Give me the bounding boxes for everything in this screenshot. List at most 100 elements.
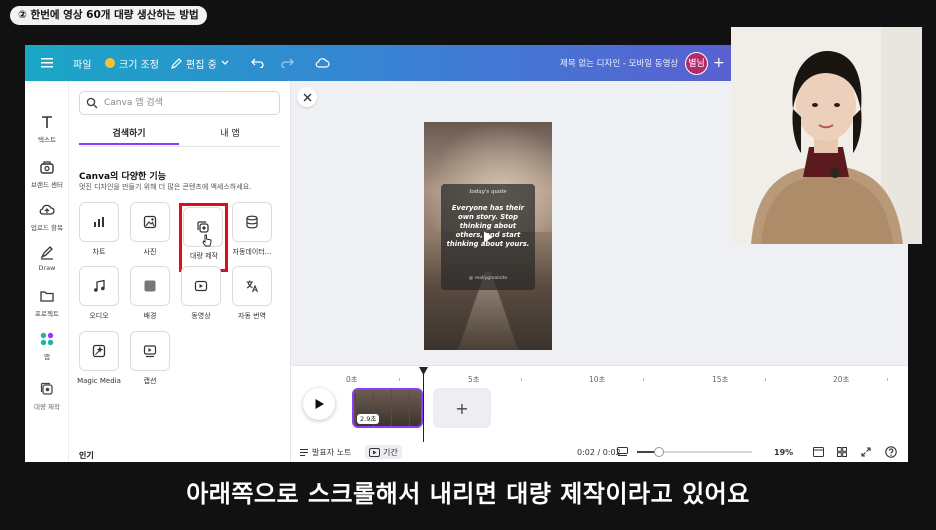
ruler-label: 0초 <box>346 375 358 384</box>
search-input[interactable]: Canva 앱 검색 <box>79 91 280 115</box>
app-tile-data-autofill[interactable] <box>232 202 272 242</box>
undo-icon <box>251 58 264 68</box>
cloud-icon <box>315 58 330 68</box>
app-tile-label: 오디오 <box>89 312 109 320</box>
tab-discover[interactable]: 검색하기 <box>79 125 179 145</box>
app-tile-audio[interactable] <box>79 266 119 306</box>
text-icon <box>42 116 52 128</box>
folder-icon <box>40 291 54 302</box>
presenter-image <box>731 27 922 244</box>
notes-button[interactable]: 발표자 노트 <box>299 445 351 459</box>
rail-item-text[interactable]: 텍스트 <box>25 113 69 144</box>
zoom-slider-knob[interactable] <box>653 447 664 457</box>
design-page[interactable]: today's quote Everyone has their own sto… <box>424 122 552 350</box>
rail-item-bulk-create[interactable]: 대량 제작 <box>25 380 69 411</box>
fullscreen-icon <box>861 447 871 457</box>
pages-icon <box>813 447 824 457</box>
highlight-box <box>179 203 228 272</box>
play-icon <box>484 231 493 243</box>
rail-item-uploads[interactable]: 업로드 항목 <box>25 201 69 232</box>
quote-card-handle: @ reallygreatsite <box>468 276 508 281</box>
clip-duration: 2.9초 <box>357 414 380 424</box>
rail-item-draw[interactable]: Draw <box>25 243 69 272</box>
clip-frame <box>410 390 421 426</box>
page-view-toggle[interactable] <box>617 445 628 459</box>
subtitle-caption: 아래쪽으로 스크롤해서 내리면 대량 제작이라고 있어요 <box>186 480 750 508</box>
app-tile-label: 자동데이터... <box>232 248 272 256</box>
rail-label: 대량 제작 <box>34 403 60 411</box>
rail-item-brand[interactable]: 브랜드 센터 <box>25 158 69 189</box>
ruler-label: 10초 <box>589 375 606 384</box>
translate-icon <box>246 280 259 293</box>
brand-icon <box>40 161 54 174</box>
app-tile-background[interactable] <box>130 266 170 306</box>
pencil-icon <box>171 57 182 69</box>
step-chip: ② 한번에 영상 60개 대량 생산하는 방법 <box>10 6 207 25</box>
avatar[interactable]: 별님 <box>685 52 708 75</box>
webcam-overlay <box>731 27 922 244</box>
upload-icon <box>39 204 55 215</box>
rail-label: 업로드 항목 <box>31 224 63 232</box>
resize-button[interactable]: 크기 조정 <box>105 45 159 81</box>
pages-button[interactable] <box>813 445 824 459</box>
app-tile-label: 사진 <box>143 248 157 256</box>
add-page-button[interactable]: + <box>433 388 491 428</box>
photo-icon <box>143 215 157 229</box>
close-panel-button[interactable] <box>297 87 317 107</box>
chart-icon <box>94 217 104 227</box>
app-tile-label: 자동 번역 <box>238 312 266 320</box>
menu-button[interactable] <box>41 45 53 81</box>
app-tile-magic-media[interactable] <box>79 331 119 371</box>
app-tile-label: Magic Media <box>77 377 121 385</box>
app-tile-label: 캡션 <box>143 377 157 385</box>
redo-icon <box>281 58 294 68</box>
play-icon <box>315 399 324 409</box>
ruler-tick <box>521 378 522 381</box>
app-tile-photo[interactable] <box>130 202 170 242</box>
video-clip[interactable]: 2.9초 <box>352 388 423 428</box>
app-tile-translate[interactable] <box>232 266 272 306</box>
resize-label: 크기 조정 <box>119 59 159 71</box>
tabs-divider <box>79 146 280 147</box>
playhead[interactable] <box>423 370 424 444</box>
app-tile-video[interactable] <box>181 266 221 306</box>
quote-card-title: today's quote <box>469 189 507 195</box>
play-button[interactable] <box>303 388 335 420</box>
ruler-tick <box>643 378 644 381</box>
file-menu[interactable]: 파일 <box>73 45 91 81</box>
app-tile-chart[interactable] <box>79 202 119 242</box>
rail-label: Draw <box>38 264 56 272</box>
time-readout: 0:02 / 0:02 <box>577 447 621 457</box>
app-tile-captions[interactable] <box>130 331 170 371</box>
document-title[interactable]: 제목 없는 디자인 - 모바일 동영상 <box>560 45 678 81</box>
app-tile-label: 동영상 <box>191 312 211 320</box>
section-title: Canva의 다양한 기능 <box>79 172 166 182</box>
rail-item-apps[interactable]: 앱 <box>25 330 69 361</box>
redo-button[interactable] <box>281 45 294 81</box>
add-collaborator-button[interactable]: + <box>713 45 725 81</box>
rail-item-projects[interactable]: 프로젝트 <box>25 287 69 318</box>
help-button[interactable] <box>885 445 897 459</box>
section-subtitle: 멋진 디자인을 만들기 위해 더 많은 콘텐츠에 액세스하세요. <box>79 183 252 191</box>
database-icon <box>246 215 258 229</box>
grid-view-button[interactable] <box>837 445 847 459</box>
notes-icon <box>300 448 308 456</box>
apps-icon <box>40 332 54 346</box>
ruler-label: 5초 <box>468 375 480 384</box>
bottom-bar: 발표자 노트 기간 0:02 / 0:02 19% <box>291 442 908 462</box>
background-icon <box>144 280 156 292</box>
clip-frame <box>392 390 409 426</box>
close-icon <box>303 93 311 101</box>
duration-button[interactable]: 기간 <box>365 445 402 459</box>
edit-mode-dropdown[interactable]: 편집 중 <box>171 45 229 81</box>
cloud-save-button[interactable] <box>315 45 330 81</box>
undo-button[interactable] <box>251 45 264 81</box>
ruler-label: 15초 <box>712 375 729 384</box>
zoom-slider[interactable] <box>637 447 752 457</box>
fullscreen-button[interactable] <box>861 445 871 459</box>
rail-label: 앱 <box>44 353 50 361</box>
chevron-down-icon <box>221 60 229 65</box>
zoom-percent[interactable]: 19% <box>774 445 793 459</box>
app-tile-label: 차트 <box>92 248 106 256</box>
tab-my-apps[interactable]: 내 앱 <box>180 125 280 143</box>
